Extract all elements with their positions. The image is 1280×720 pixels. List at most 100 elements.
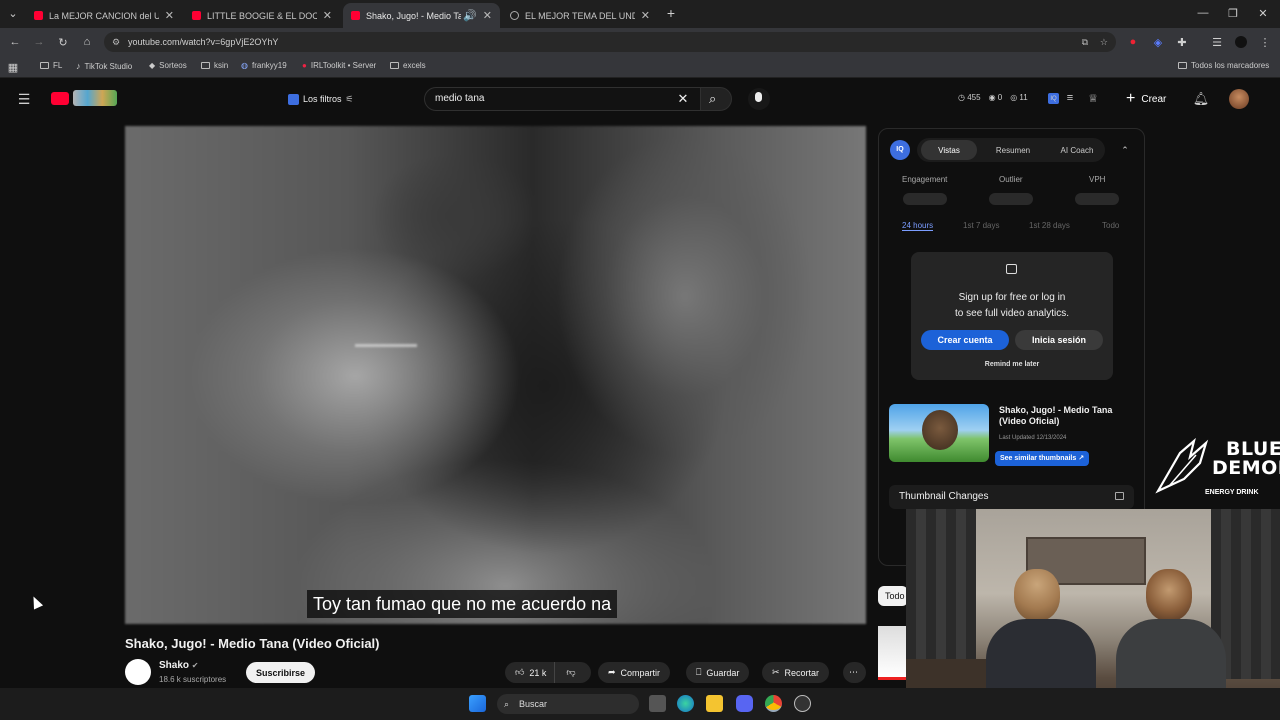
- bookmark-star-icon[interactable]: ☆: [1100, 32, 1108, 52]
- video-player[interactable]: [125, 126, 866, 624]
- close-tab-icon[interactable]: ✕: [483, 9, 492, 22]
- windows-start-icon[interactable]: [469, 695, 486, 712]
- doodle-icon[interactable]: [73, 90, 117, 106]
- browser-tab[interactable]: EL MEJOR TEMA DEL UNDER E ✕: [502, 3, 658, 28]
- bookmark-item[interactable]: ◆ Sorteos: [149, 61, 187, 70]
- range-7d[interactable]: 1st 7 days: [963, 221, 999, 230]
- share-button[interactable]: ➦ Compartir: [598, 662, 671, 683]
- tab-search-icon[interactable]: ⌄: [6, 6, 20, 20]
- obs-icon[interactable]: [794, 695, 811, 712]
- stat-likes: ◉ 0: [988, 93, 1003, 102]
- extension-shield-icon[interactable]: ◈: [1151, 35, 1165, 49]
- chrome-icon[interactable]: [765, 695, 782, 712]
- channel-avatar[interactable]: [125, 659, 151, 685]
- back-icon[interactable]: ←: [8, 35, 22, 49]
- url-text: youtube.com/watch?v=6gpVjE2OYhY: [128, 37, 279, 47]
- list-icon[interactable]: ≡: [1064, 92, 1076, 104]
- tab-resumen[interactable]: Resumen: [985, 140, 1041, 160]
- extension-iq-icon: IQ: [890, 140, 910, 160]
- close-tab-icon[interactable]: ✕: [165, 9, 174, 22]
- range-all[interactable]: Todo: [1102, 221, 1119, 230]
- video-thumbnail[interactable]: [889, 404, 989, 462]
- clip-button[interactable]: ✂ Recortar: [762, 662, 830, 683]
- file-explorer-icon[interactable]: [706, 695, 723, 712]
- windows-taskbar: [0, 688, 1280, 720]
- reading-list-icon[interactable]: ☰: [1210, 35, 1224, 49]
- forward-icon[interactable]: →: [32, 35, 46, 49]
- taskbar-search[interactable]: ⌕ Buscar: [497, 694, 639, 714]
- task-view-icon[interactable]: [649, 695, 666, 712]
- bookmark-item[interactable]: ● IRLToolkit • Server: [302, 61, 376, 70]
- install-icon[interactable]: ⧉: [1082, 32, 1088, 52]
- bookmark-item[interactable]: excels: [390, 61, 426, 70]
- bookmark-item[interactable]: ◍ frankyy19: [241, 61, 287, 70]
- side-chip-todo[interactable]: Todo: [878, 586, 908, 606]
- extension-iq-icon[interactable]: IQ: [1048, 93, 1059, 104]
- more-actions-button[interactable]: ⋯: [843, 662, 866, 683]
- discord-icon[interactable]: [736, 695, 753, 712]
- folder-icon: [40, 62, 49, 69]
- search-input[interactable]: medio tana: [424, 87, 700, 111]
- scissors-icon: ✂: [772, 667, 780, 677]
- microphone-icon: [755, 92, 762, 102]
- subscribe-button[interactable]: Suscribirse: [246, 662, 315, 683]
- dislike-button[interactable]: 👎︎: [560, 667, 581, 678]
- related-video-thumbnail[interactable]: [878, 626, 908, 680]
- search-button[interactable]: ⌕: [700, 87, 732, 111]
- reload-icon[interactable]: ↻: [56, 35, 70, 49]
- plus-icon: +: [1126, 90, 1136, 107]
- collapse-chevron-icon[interactable]: ⌃: [1119, 144, 1131, 156]
- address-bar[interactable]: ⚙ youtube.com/watch?v=6gpVjE2OYhY ⧉ ☆: [104, 32, 1116, 52]
- account-avatar[interactable]: [1229, 89, 1249, 109]
- close-window-icon[interactable]: ✕: [1256, 6, 1270, 20]
- thumbnail-changes-row[interactable]: Thumbnail Changes: [889, 485, 1134, 509]
- youtube-favicon-icon: [34, 11, 43, 20]
- home-icon[interactable]: ⌂: [80, 35, 94, 49]
- bookmark-item[interactable]: FL: [40, 61, 62, 70]
- bookmark-item[interactable]: ksin: [201, 61, 228, 70]
- browser-tab-active[interactable]: Shako, Jugo! - Medio Tana 🔊 ✕: [343, 3, 500, 28]
- minimize-icon[interactable]: —: [1196, 6, 1210, 20]
- clear-search-icon[interactable]: ✕: [676, 91, 690, 106]
- browser-tab[interactable]: La MEJOR CANCION del UNDE ✕: [26, 3, 182, 28]
- metric-outlier: Outlier: [999, 175, 1023, 184]
- close-tab-icon[interactable]: ✕: [641, 9, 650, 22]
- extension-iq-icon: [288, 93, 299, 105]
- like-button[interactable]: 👍︎ 21 k: [505, 662, 556, 683]
- new-tab-icon[interactable]: +: [664, 5, 678, 21]
- menu-hamburger-icon[interactable]: ☰: [16, 91, 32, 107]
- tab-vistas[interactable]: Vistas: [921, 140, 977, 160]
- edge-icon[interactable]: [677, 695, 694, 712]
- maximize-icon[interactable]: ❐: [1226, 6, 1240, 20]
- apps-grid-icon[interactable]: ▦: [6, 60, 20, 74]
- similar-thumbnails-button[interactable]: See similar thumbnails ↗: [995, 451, 1090, 466]
- voice-search-button[interactable]: [748, 88, 770, 110]
- close-tab-icon[interactable]: ✕: [323, 9, 332, 22]
- all-bookmarks[interactable]: Todos los marcadores: [1178, 61, 1269, 70]
- create-account-button[interactable]: Crear cuenta: [921, 330, 1009, 350]
- channel-name[interactable]: Shako ✔: [159, 660, 199, 671]
- filters-button[interactable]: Los filtros ⚟: [288, 89, 354, 109]
- login-button[interactable]: Inicia sesión: [1015, 330, 1103, 350]
- profile-icon[interactable]: [1234, 35, 1248, 49]
- folder-icon: [201, 62, 210, 69]
- range-28d[interactable]: 1st 28 days: [1029, 221, 1070, 230]
- trophy-icon[interactable]: ♕: [1087, 92, 1099, 105]
- notifications-bell-icon[interactable]: 🔔︎: [1193, 91, 1210, 107]
- site-info-icon[interactable]: ⚙: [112, 32, 120, 52]
- browser-tab[interactable]: LITTLE BOOGIE & EL DOCTOR ✕: [184, 3, 340, 28]
- create-button[interactable]: + Crear: [1126, 88, 1166, 110]
- save-button[interactable]: ⎕ Guardar: [686, 662, 750, 683]
- tab-audio-icon[interactable]: 🔊: [463, 9, 477, 22]
- browser-menu-icon[interactable]: ⋮: [1258, 35, 1272, 49]
- remind-later-link[interactable]: Remind me later: [911, 361, 1113, 368]
- range-24h[interactable]: 24 hours: [902, 221, 934, 231]
- tab-ai-coach[interactable]: AI Coach: [1049, 140, 1105, 160]
- folder-icon: [1178, 62, 1187, 69]
- verified-icon: ✔: [191, 661, 199, 670]
- youtube-logo[interactable]: [51, 92, 69, 105]
- bookmark-icon: ⎕: [696, 667, 702, 677]
- bookmark-item[interactable]: ♪ TikTok Studio: [76, 61, 132, 71]
- extension-record-icon[interactable]: ●: [1126, 35, 1140, 49]
- extensions-puzzle-icon[interactable]: ✚: [1175, 35, 1189, 49]
